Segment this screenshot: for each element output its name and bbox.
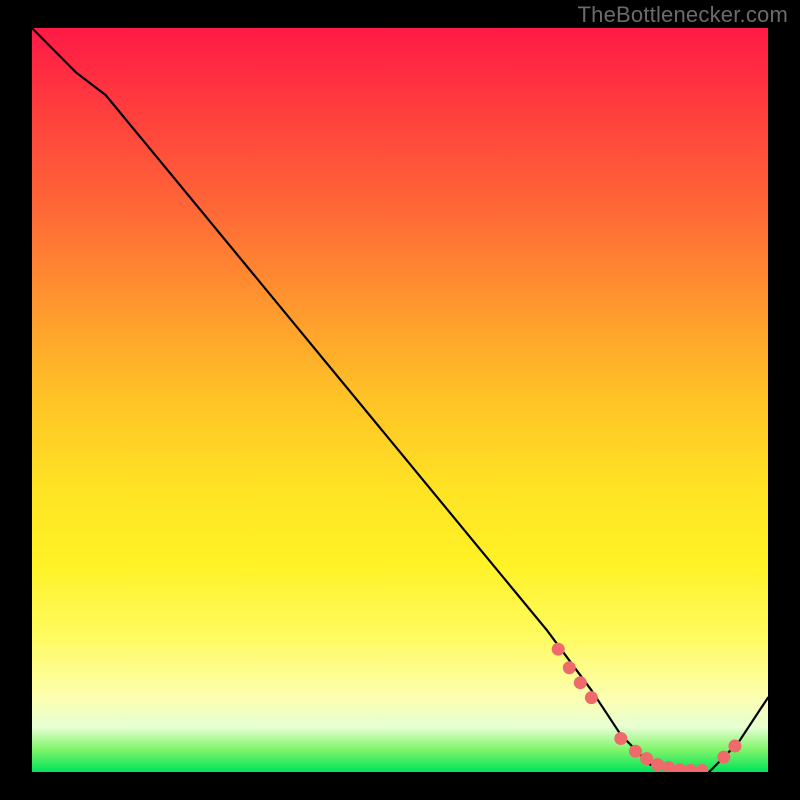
highlight-markers	[552, 643, 742, 772]
highlight-dot	[695, 764, 708, 772]
highlight-dot	[728, 740, 741, 753]
watermark-text: TheBottlenecker.com	[578, 2, 788, 28]
highlight-dot	[563, 661, 576, 674]
highlight-dot	[614, 732, 627, 745]
highlight-dot	[574, 676, 587, 689]
chart-svg	[32, 28, 768, 772]
highlight-dot	[651, 758, 664, 771]
highlight-dot	[629, 745, 642, 758]
highlight-dot	[585, 691, 598, 704]
highlight-dot	[684, 764, 697, 772]
bottleneck-curve-line	[32, 28, 768, 772]
highlight-dot	[662, 761, 675, 772]
chart-frame: TheBottlenecker.com	[0, 0, 800, 800]
highlight-dot	[552, 643, 565, 656]
highlight-dot	[640, 752, 653, 765]
highlight-dot	[717, 751, 730, 764]
